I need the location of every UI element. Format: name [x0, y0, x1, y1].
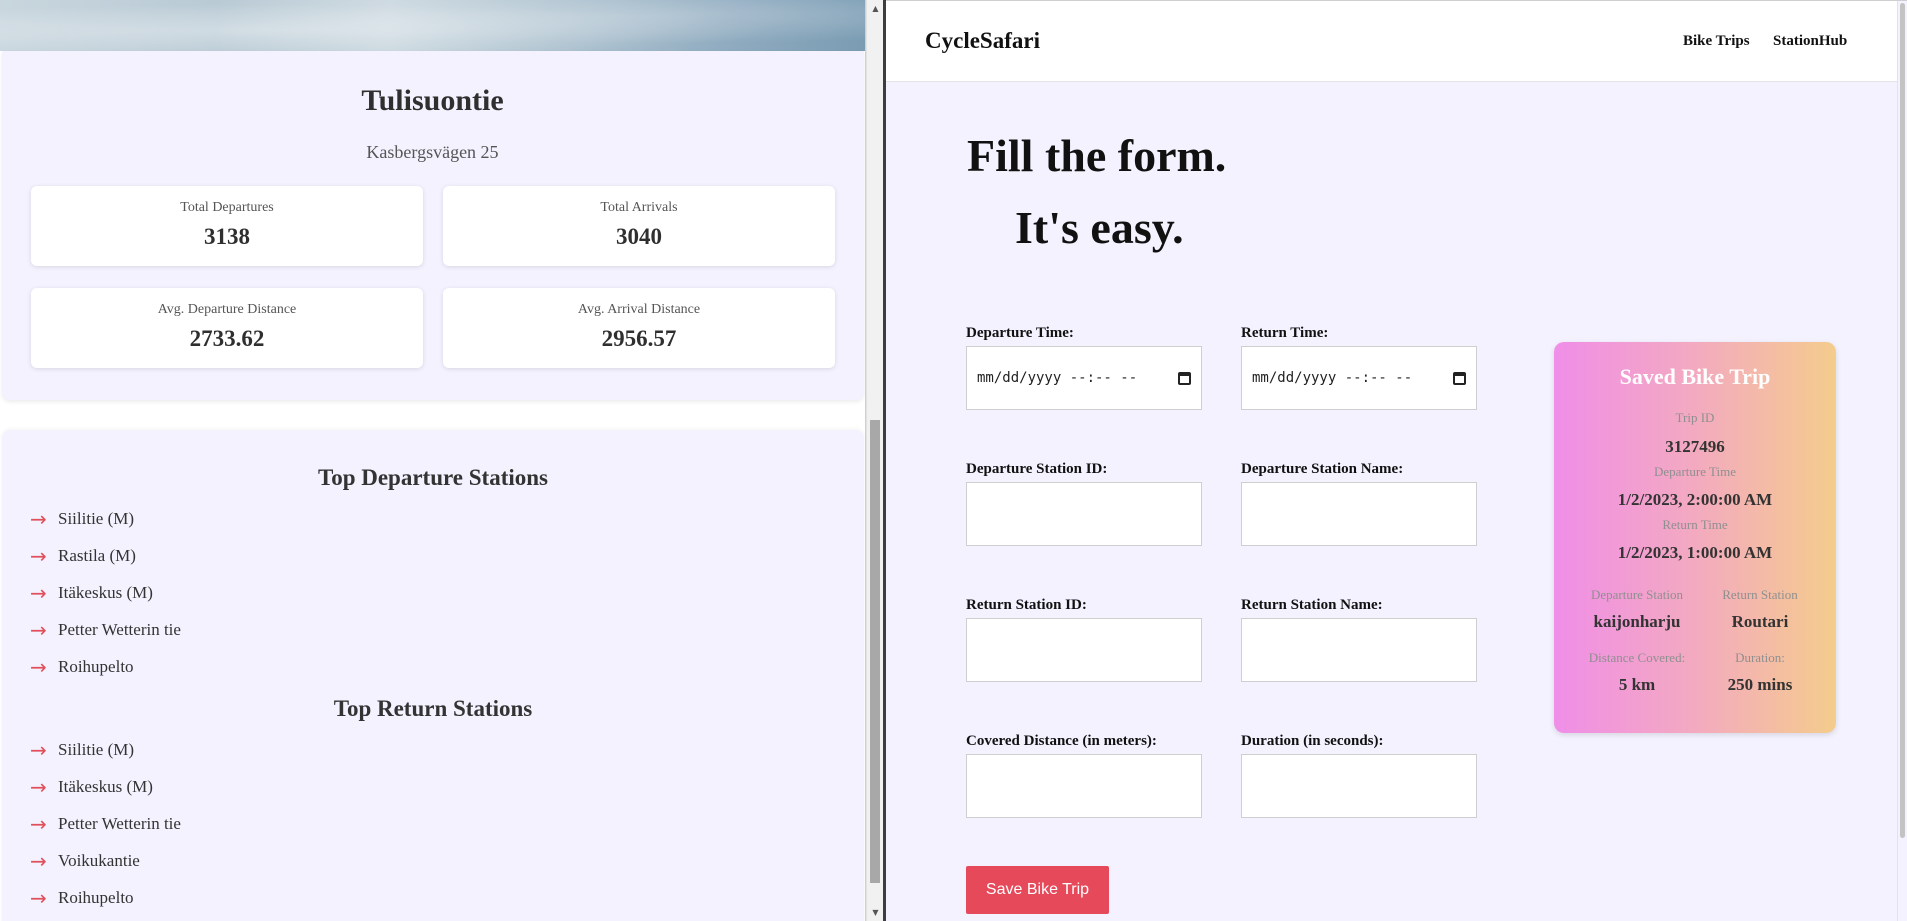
- arrow-right-icon: →: [30, 618, 47, 642]
- list-item: → Itäkeskus (M): [30, 581, 153, 605]
- list-item-label: Petter Wetterin tie: [58, 814, 181, 833]
- save-bike-trip-button[interactable]: Save Bike Trip: [966, 866, 1109, 914]
- trip-duration-value: 250 mins: [1727, 675, 1793, 694]
- arrow-right-icon: →: [30, 544, 47, 568]
- list-item: → Siilitie (M): [30, 738, 134, 762]
- right-scrollbar[interactable]: [1897, 1, 1907, 921]
- list-item-label: Siilitie (M): [58, 740, 135, 759]
- trip-departure-time-value: 1/2/2023, 2:00:00 AM: [1617, 490, 1773, 509]
- station-address: Kasbergsvägen 25: [366, 142, 499, 162]
- return-station-name-label: Return Station Name:: [1241, 597, 1383, 613]
- list-item-label: Rastila (M): [58, 546, 136, 565]
- departure-station-id-label: Departure Station ID:: [966, 461, 1108, 477]
- saved-bike-trip-card: Saved Bike Trip Trip ID 3127496 Departur…: [1554, 342, 1836, 733]
- scrollbar-thumb[interactable]: [870, 420, 880, 883]
- trip-return-time-value: 1/2/2023, 1:00:00 AM: [1617, 543, 1773, 562]
- return-time-placeholder: mm/dd/yyyy --:-- --: [1252, 370, 1413, 386]
- bike-trip-form-pane: CycleSafari Bike Trips StationHub Fill t…: [886, 0, 1907, 921]
- stat-value: 3138: [204, 224, 250, 249]
- scroll-up-arrow-icon[interactable]: ▲: [867, 0, 884, 17]
- stat-avg-arrival-distance: Avg. Arrival Distance 2956.57: [443, 288, 835, 368]
- arrow-right-icon: →: [30, 886, 47, 910]
- navbar: CycleSafari Bike Trips StationHub: [886, 1, 1907, 82]
- trip-departure-time-label: Departure Time: [1654, 464, 1736, 479]
- top-departure-heading: Top Departure Stations: [317, 465, 549, 490]
- departure-station-id-input[interactable]: [966, 482, 1202, 546]
- top-return-heading: Top Return Stations: [333, 696, 533, 721]
- calendar-icon[interactable]: [1178, 371, 1191, 385]
- trip-return-time-label: Return Time: [1662, 517, 1728, 532]
- return-time-input[interactable]: mm/dd/yyyy --:-- --: [1241, 346, 1477, 410]
- departure-time-input[interactable]: mm/dd/yyyy --:-- --: [966, 346, 1202, 410]
- trip-distance-label: Distance Covered:: [1588, 650, 1686, 665]
- left-scrollbar[interactable]: ▲ ▼: [866, 0, 883, 921]
- stat-label: Total Arrivals: [600, 200, 678, 215]
- duration-input[interactable]: [1241, 754, 1477, 818]
- list-item-label: Siilitie (M): [58, 509, 135, 528]
- stat-label: Avg. Departure Distance: [157, 302, 297, 317]
- departure-time-label: Departure Time:: [966, 325, 1074, 341]
- list-item-label: Voikukantie: [58, 851, 140, 870]
- hero-heading-line1: Fill the form.: [967, 130, 1227, 181]
- arrow-right-icon: →: [30, 581, 47, 605]
- list-item-label: Petter Wetterin tie: [58, 620, 181, 639]
- departure-station-name-input[interactable]: [1241, 482, 1477, 546]
- return-station-id-input[interactable]: [966, 618, 1202, 682]
- brand-logo[interactable]: CycleSafari: [925, 28, 1040, 54]
- list-item: → Petter Wetterin tie: [30, 812, 181, 836]
- return-station-id-label: Return Station ID:: [966, 597, 1087, 613]
- arrow-right-icon: →: [30, 849, 47, 873]
- trip-return-station-value: Routari: [1731, 612, 1789, 631]
- trip-distance-value: 5 km: [1618, 675, 1656, 694]
- list-item-label: Roihupelto: [58, 657, 134, 676]
- scroll-down-arrow-icon[interactable]: ▼: [867, 904, 884, 921]
- nav-link-bike-trips[interactable]: Bike Trips: [1683, 33, 1750, 50]
- list-item: → Roihupelto: [30, 655, 134, 679]
- list-item-label: Itäkeskus (M): [58, 583, 153, 602]
- trip-id-value: 3127496: [1665, 437, 1725, 456]
- departure-station-name-label: Departure Station Name:: [1241, 461, 1404, 477]
- stat-value: 2956.57: [601, 326, 677, 351]
- trip-departure-station-value: kaijonharju: [1593, 612, 1681, 631]
- return-station-name-input[interactable]: [1241, 618, 1477, 682]
- list-item: → Roihupelto: [30, 886, 134, 910]
- scrollbar-thumb[interactable]: [1900, 3, 1905, 838]
- stat-label: Total Departures: [180, 200, 274, 215]
- stat-value: 3040: [616, 224, 662, 249]
- hero-heading-line2: It's easy.: [1015, 202, 1184, 253]
- calendar-icon[interactable]: [1453, 371, 1466, 385]
- trip-return-station-label: Return Station: [1722, 587, 1798, 602]
- arrow-right-icon: →: [30, 738, 47, 762]
- arrow-right-icon: →: [30, 812, 47, 836]
- trip-id-label: Trip ID: [1675, 410, 1715, 425]
- station-name: Tulisuontie: [361, 84, 504, 117]
- list-item: → Voikukantie: [30, 849, 140, 873]
- arrow-right-icon: →: [30, 655, 47, 679]
- saved-trip-title: Saved Bike Trip: [1619, 364, 1771, 389]
- station-hero-image: [0, 0, 865, 51]
- stat-total-arrivals: Total Arrivals 3040: [443, 186, 835, 266]
- stat-label: Avg. Arrival Distance: [577, 302, 701, 317]
- trip-duration-label: Duration:: [1735, 650, 1785, 665]
- station-detail-pane: Tulisuontie Kasbergsvägen 25 Total Depar…: [0, 0, 866, 921]
- stat-avg-departure-distance: Avg. Departure Distance 2733.62: [31, 288, 423, 368]
- list-item-label: Itäkeskus (M): [58, 777, 153, 796]
- covered-distance-input[interactable]: [966, 754, 1202, 818]
- list-item-label: Roihupelto: [58, 888, 134, 907]
- list-item: → Itäkeskus (M): [30, 775, 153, 799]
- departure-time-placeholder: mm/dd/yyyy --:-- --: [977, 370, 1138, 386]
- covered-distance-label: Covered Distance (in meters):: [966, 733, 1157, 749]
- nav-link-stationhub[interactable]: StationHub: [1773, 33, 1847, 50]
- list-item: → Siilitie (M): [30, 507, 134, 531]
- list-item: → Petter Wetterin tie: [30, 618, 181, 642]
- duration-label: Duration (in seconds):: [1241, 733, 1384, 749]
- arrow-right-icon: →: [30, 775, 47, 799]
- arrow-right-icon: →: [30, 507, 47, 531]
- stat-total-departures: Total Departures 3138: [31, 186, 423, 266]
- trip-departure-station-label: Departure Station: [1590, 587, 1684, 602]
- stat-value: 2733.62: [189, 326, 265, 351]
- return-time-label: Return Time:: [1241, 325, 1329, 341]
- list-item: → Rastila (M): [30, 544, 136, 568]
